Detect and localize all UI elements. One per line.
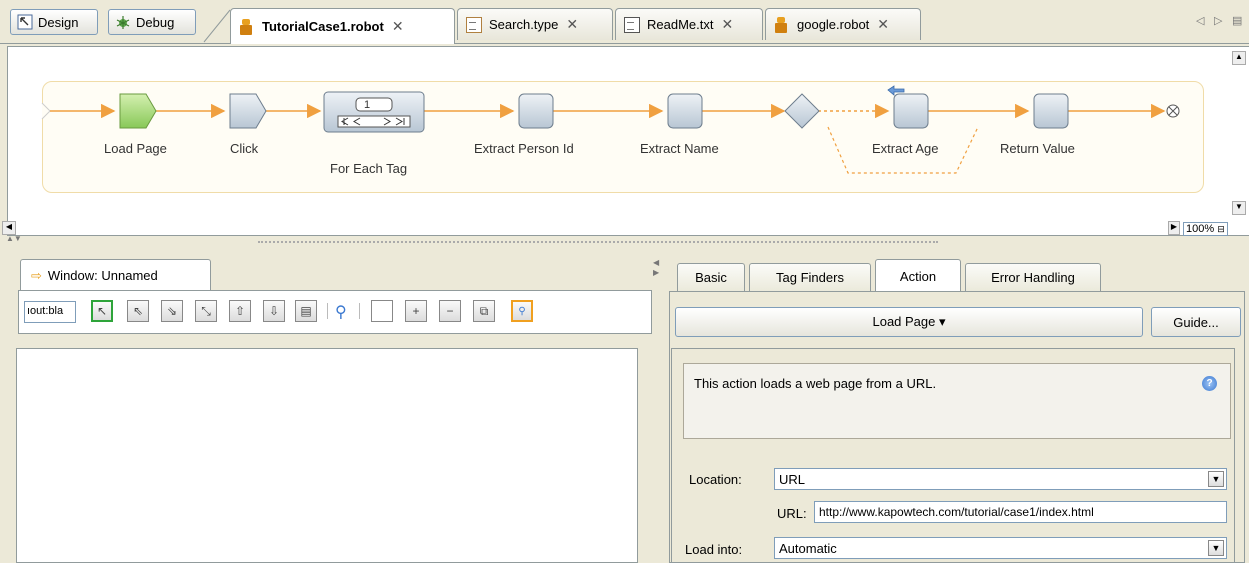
location-select[interactable]: URL ▼ [774, 468, 1227, 490]
action-selector-button[interactable]: Load Page ▾ [675, 307, 1143, 337]
box-select-icon[interactable] [371, 300, 393, 322]
step-extract-person-id[interactable]: Extract Person Id [474, 141, 574, 156]
scroll-down-icon[interactable]: ▼ [1232, 201, 1246, 215]
tab-scroll-left-icon[interactable]: ◁ [1196, 14, 1204, 27]
action-description: This action loads a web page from a URL.… [683, 363, 1231, 439]
scroll-left-icon[interactable]: ◀ [2, 221, 16, 235]
tab-label: Search.type [489, 17, 559, 32]
window-arrow-icon: ⇨ [31, 267, 42, 283]
guide-button[interactable]: Guide... [1151, 307, 1241, 337]
load-into-select[interactable]: Automatic ▼ [774, 537, 1227, 559]
browser-view[interactable] [16, 348, 638, 563]
vertical-splitter[interactable]: ◀ ▶ [651, 252, 663, 563]
location-label: Location: [689, 472, 742, 487]
splitter-grip [258, 241, 938, 243]
tab-error-handling[interactable]: Error Handling [965, 263, 1101, 291]
step-load-page[interactable]: Load Page [104, 141, 167, 156]
tab-basic[interactable]: Basic [677, 263, 745, 291]
window-tab[interactable]: ⇨ Window: Unnamed [20, 259, 211, 291]
tab-tutorialcase1-robot[interactable]: TutorialCase1.robot ✕ [230, 8, 455, 44]
chevron-down-icon[interactable]: ▼ [1208, 471, 1224, 487]
tab-readme-txt[interactable]: ReadMe.txt ✕ [615, 8, 763, 40]
zoom-dropdown-icon[interactable]: ⊟ [1217, 224, 1225, 234]
close-icon[interactable]: ✕ [392, 18, 404, 35]
remove-icon[interactable]: − [439, 300, 461, 322]
close-icon[interactable]: ✕ [721, 16, 733, 33]
tab-label: google.robot [797, 17, 870, 32]
toolbar-separator [327, 303, 328, 319]
chevron-down-icon[interactable]: ▼ [1208, 540, 1224, 556]
robot-icon [239, 18, 255, 35]
design-mode-label: Design [38, 14, 79, 30]
close-icon[interactable]: ✕ [566, 16, 578, 33]
scroll-up-icon[interactable]: ▲ [1232, 51, 1246, 65]
tab-label: TutorialCase1.robot [262, 19, 384, 34]
debug-icon [115, 14, 131, 30]
description-text: This action loads a web page from a URL. [694, 376, 937, 391]
load-into-label: Load into: [685, 542, 743, 557]
expand-down-right-icon[interactable]: ⇘ [161, 300, 183, 322]
zoom-level[interactable]: 100% ⊟ [1183, 222, 1228, 236]
properties-pane: Basic Tag Finders Action Error Handling … [665, 252, 1249, 563]
move-down-icon[interactable]: ⇩ [263, 300, 285, 322]
expand-up-left-icon[interactable]: ⇖ [127, 300, 149, 322]
tab-tag-finders[interactable]: Tag Finders [749, 263, 871, 291]
collapse-icon[interactable]: ⧉ [473, 300, 495, 322]
step-for-each-tag[interactable]: For Each Tag [330, 161, 407, 176]
tab-label: ReadMe.txt [647, 17, 714, 32]
collapse-left-right-icon[interactable]: ◀ ▶ [653, 258, 659, 278]
window-tab-label: Window: Unnamed [47, 268, 158, 283]
robot-icon [774, 16, 790, 33]
debug-mode-button[interactable]: Debug [108, 9, 196, 35]
tab-search-type[interactable]: Search.type ✕ [457, 8, 613, 40]
collapse-arrows-icon[interactable]: ▲▼ [6, 234, 22, 243]
browser-toolbar: ıout:bla ↖ ⇖ ⇘ ⤡ ⇧ ⇩ ▤ ⚲ + − ⧉ ⚲ [18, 290, 652, 334]
step-extract-name[interactable]: Extract Name [640, 141, 719, 156]
url-label: URL: [777, 506, 807, 521]
move-up-icon[interactable]: ⇧ [229, 300, 251, 322]
design-icon [17, 14, 33, 30]
document-icon[interactable]: ▤ [295, 300, 317, 322]
select-pointer-icon[interactable]: ↖ [91, 300, 113, 322]
help-icon[interactable]: ? [1202, 376, 1217, 391]
step-extract-age[interactable]: Extract Age [872, 141, 938, 156]
type-icon [466, 16, 482, 33]
tab-scroll-right-icon[interactable]: ▷ [1214, 14, 1222, 27]
tab-list-icon[interactable]: ▤ [1232, 14, 1242, 27]
step-click[interactable]: Click [230, 141, 258, 156]
address-field[interactable]: ıout:bla [24, 301, 76, 323]
tab-action[interactable]: Action [875, 259, 961, 292]
toolbar-separator [359, 303, 360, 319]
zoom-icon[interactable]: ⚲ [335, 302, 347, 322]
editor-tab-bar: Design Debug TutorialCase1.robot ✕ Searc… [0, 0, 1249, 44]
scroll-right-icon[interactable]: ▶ [1168, 221, 1180, 235]
design-mode-button[interactable]: Design [10, 9, 98, 35]
horizontal-splitter[interactable]: ▲▼ [0, 234, 1249, 249]
tab-google-robot[interactable]: google.robot ✕ [765, 8, 921, 40]
expand-both-icon[interactable]: ⤡ [195, 300, 217, 322]
add-icon[interactable]: + [405, 300, 427, 322]
text-file-icon [624, 16, 640, 33]
step-return-value[interactable]: Return Value [1000, 141, 1075, 156]
close-icon[interactable]: ✕ [877, 16, 889, 33]
debug-mode-label: Debug [136, 14, 175, 30]
loop-counter: 1 [364, 99, 371, 111]
robot-flow-canvas[interactable]: 1 Load Page Click For Each Tag Extract P… [2, 46, 1249, 236]
url-input[interactable]: http://www.kapowtech.com/tutorial/case1/… [814, 501, 1227, 523]
find-icon[interactable]: ⚲ [511, 300, 533, 322]
